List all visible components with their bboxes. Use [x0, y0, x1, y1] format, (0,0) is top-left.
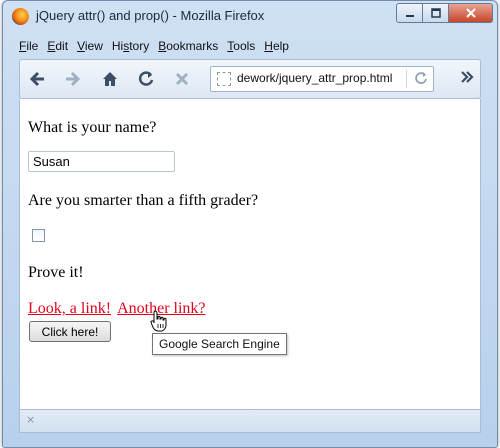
menu-file-label: ile: [26, 39, 39, 53]
name-input[interactable]: [28, 151, 175, 172]
site-identity-icon[interactable]: [217, 72, 231, 86]
status-bar: ×: [19, 409, 481, 433]
smarter-question: Are you smarter than a fifth grader?: [28, 192, 259, 209]
home-icon: [103, 72, 117, 86]
url-divider: [406, 70, 407, 88]
forward-button[interactable]: [60, 67, 84, 91]
url-text[interactable]: dework/jquery_attr_prop.html: [237, 71, 392, 85]
menu-view[interactable]: View: [77, 39, 103, 53]
maximize-icon: [430, 8, 441, 18]
title-bar[interactable]: jQuery attr() and prop() - Mozilla Firef…: [3, 1, 497, 33]
stop-icon: [175, 72, 189, 86]
firefox-icon[interactable]: [12, 8, 29, 25]
smarter-checkbox[interactable]: [32, 229, 45, 242]
close-button[interactable]: [449, 3, 493, 23]
menu-edit-label: dit: [55, 39, 69, 53]
navigation-toolbar: dework/jquery_attr_prop.html: [19, 59, 481, 99]
links-row: Look, a link! Another link?: [28, 300, 206, 318]
menu-tools[interactable]: Tools: [227, 39, 255, 53]
hand-pointer-cursor-icon: [150, 310, 167, 332]
minimize-icon: [405, 15, 414, 17]
toolbar-overflow-icon[interactable]: [460, 69, 474, 88]
maximize-button[interactable]: [423, 3, 449, 23]
menu-bookmarks[interactable]: Bookmarks: [158, 39, 218, 53]
back-arrow-icon: [29, 71, 44, 87]
link-tooltip: Google Search Engine: [152, 333, 287, 355]
stop-button[interactable]: [170, 67, 194, 91]
menu-history-label: tory: [129, 39, 150, 53]
menu-history-label-start: Hi: [111, 39, 124, 53]
url-reload-icon[interactable]: [413, 69, 429, 91]
back-button[interactable]: [26, 67, 50, 91]
menu-help[interactable]: Help: [264, 39, 289, 53]
look-link[interactable]: Look, a link!: [28, 300, 111, 317]
url-bar[interactable]: dework/jquery_attr_prop.html: [210, 66, 434, 92]
forward-arrow-icon: [66, 71, 81, 87]
chevron-double-right-icon: [461, 71, 474, 83]
menu-help-mnemonic: H: [264, 39, 273, 53]
menu-history[interactable]: History: [112, 39, 149, 53]
prove-it-text: Prove it!: [28, 264, 84, 281]
menu-view-label: iew: [84, 39, 103, 53]
close-icon: [465, 8, 476, 18]
menu-tools-label: ools: [233, 39, 256, 53]
menu-view-mnemonic: V: [77, 39, 85, 53]
page-content: What is your name? Are you smarter than …: [19, 99, 481, 409]
home-button[interactable]: [98, 67, 122, 91]
menu-file[interactable]: File: [19, 39, 38, 53]
reload-button[interactable]: [134, 67, 158, 91]
minimize-button[interactable]: [396, 3, 423, 23]
menu-help-label: elp: [272, 39, 289, 53]
menu-bookmarks-label: ookmarks: [166, 39, 219, 53]
click-here-button[interactable]: Click here!: [29, 321, 111, 342]
window-controls: [396, 3, 493, 23]
url-reload-glyph: [415, 72, 427, 84]
reload-icon: [138, 71, 154, 86]
menu-edit[interactable]: Edit: [47, 39, 68, 53]
statusbar-close-icon[interactable]: ×: [26, 413, 35, 426]
browser-window: jQuery attr() and prop() - Mozilla Firef…: [2, 0, 498, 448]
name-question: What is your name?: [28, 119, 157, 136]
window-title: jQuery attr() and prop() - Mozilla Firef…: [36, 8, 265, 23]
menu-bar: File Edit View History Bookmarks Tools H…: [19, 35, 298, 57]
